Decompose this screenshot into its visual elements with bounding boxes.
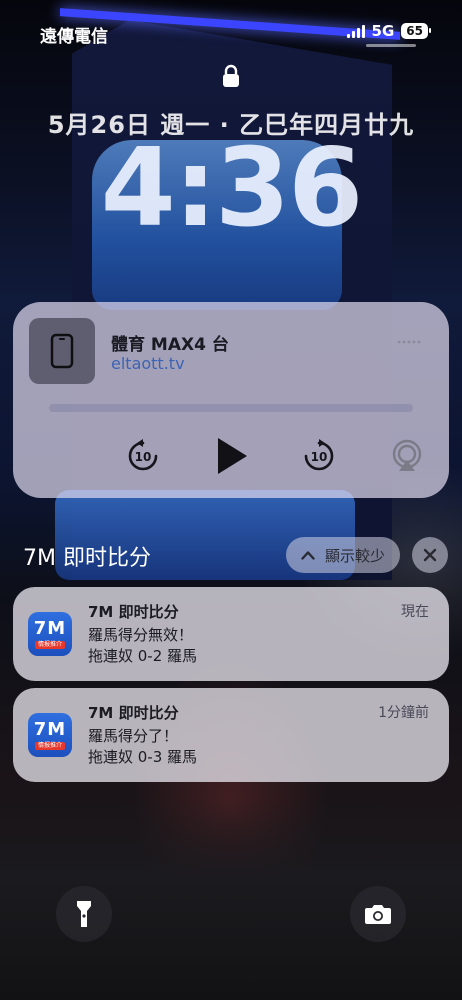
battery-icon: 65 (401, 23, 431, 39)
flashlight-icon (77, 901, 91, 927)
clear-notifications-button[interactable] (412, 537, 448, 573)
control-center-handle[interactable] (366, 44, 416, 47)
phone-icon (50, 333, 74, 369)
app-icon-7m: 7M 情报推介 (28, 612, 72, 656)
lock-icon (223, 64, 239, 87)
chevron-up-icon (301, 551, 315, 560)
show-less-button[interactable]: 顯示較少 (286, 537, 400, 573)
notification-group-title: 7M 即时比分 (23, 546, 151, 571)
notification-title: 羅馬得分了！ (88, 727, 179, 745)
notification-title: 羅馬得分無效！ (88, 626, 194, 644)
notification-time: 1分鐘前 (378, 705, 429, 721)
now-playing-title: 體育 MAX4 台 (111, 335, 229, 355)
flashlight-button[interactable] (56, 886, 112, 942)
signal-icon (346, 24, 365, 38)
notification-app-name: 7M 即时比分 (88, 603, 179, 621)
skip-back-10-icon: 10 (128, 439, 158, 471)
app-icon-tag: 情报推介 (34, 640, 65, 649)
close-icon (423, 548, 437, 562)
app-icon-7m: 7M 情报推介 (28, 713, 72, 757)
notification-card[interactable]: 7M 情报推介 7M 即时比分 現在 羅馬得分無效！ 拖連奴 0-2 羅馬 (13, 587, 449, 681)
skip-forward-10-icon: 10 (304, 439, 334, 471)
battery-level: 65 (406, 24, 423, 38)
app-icon-tag: 情报推介 (34, 741, 65, 750)
notification-time: 現在 (401, 604, 429, 620)
lock-time: 4:36 (100, 126, 364, 251)
more-options-icon[interactable] (397, 340, 421, 344)
app-icon-mark: 7M (33, 617, 67, 639)
show-less-label: 顯示較少 (324, 546, 385, 565)
skip-forward-seconds: 10 (311, 450, 328, 464)
camera-icon (365, 905, 391, 924)
now-playing-source[interactable]: eltaott.tv (111, 354, 185, 373)
notification-app-name: 7M 即时比分 (88, 704, 179, 722)
now-playing-artwork[interactable] (29, 318, 95, 384)
carrier-name: 遠傳電信 (40, 27, 108, 47)
playback-progress-bar[interactable] (49, 404, 413, 412)
notification-card[interactable]: 7M 情报推介 7M 即时比分 1分鐘前 羅馬得分了！ 拖連奴 0-3 羅馬 (13, 688, 449, 782)
skip-forward-button[interactable]: 10 (299, 436, 339, 476)
now-playing-widget[interactable]: 體育 MAX4 台 eltaott.tv 10 10 (13, 302, 449, 498)
skip-back-button[interactable]: 10 (123, 436, 163, 476)
skip-back-seconds: 10 (135, 450, 152, 464)
play-icon (218, 438, 247, 474)
status-bar: 遠傳電信 5G 65 (0, 0, 462, 56)
network-type: 5G (371, 22, 395, 40)
app-icon-mark: 7M (33, 718, 67, 740)
airplay-icon (392, 439, 422, 471)
status-indicators: 5G 65 (346, 22, 431, 40)
play-button[interactable] (211, 436, 251, 476)
notification-body: 拖連奴 0-2 羅馬 (88, 647, 198, 665)
notification-body: 拖連奴 0-3 羅馬 (88, 748, 198, 766)
camera-button[interactable] (350, 886, 406, 942)
airplay-button[interactable] (387, 436, 427, 476)
